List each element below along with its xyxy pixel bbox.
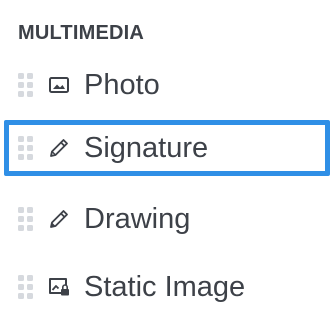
field-item-signature[interactable]: Signature: [4, 120, 330, 176]
drag-handle-icon[interactable]: [18, 73, 34, 97]
drag-handle-icon[interactable]: [18, 207, 34, 231]
drag-handle-icon[interactable]: [18, 275, 34, 299]
field-item-label: Drawing: [84, 203, 191, 235]
drag-handle-icon[interactable]: [18, 136, 34, 160]
field-item-label: Static Image: [84, 271, 246, 303]
image-icon: [48, 74, 70, 96]
field-item-label: Photo: [84, 69, 160, 101]
field-item-static-image[interactable]: Static Image: [0, 259, 332, 315]
field-item-photo[interactable]: Photo: [0, 57, 332, 113]
pen-icon: [48, 137, 70, 159]
pencil-icon: [48, 208, 70, 230]
field-item-label: Signature: [84, 132, 209, 164]
image-lock-icon: [48, 276, 70, 298]
multimedia-panel: MULTIMEDIA Photo Signature Drawing Stati…: [0, 0, 332, 330]
field-item-drawing[interactable]: Drawing: [0, 191, 332, 247]
section-title: MULTIMEDIA: [18, 22, 145, 44]
